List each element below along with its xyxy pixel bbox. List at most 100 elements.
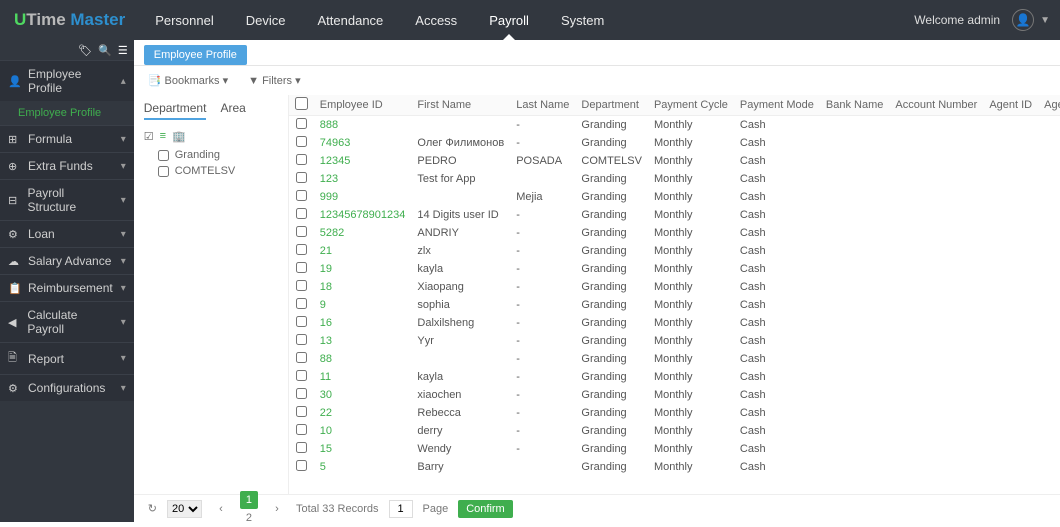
row-checkbox[interactable] [296, 136, 307, 147]
table-row[interactable]: 16Dalxilsheng-GrandingMonthlyCash✎ [289, 314, 1060, 332]
table-row[interactable]: 12345PEDROPOSADACOMTELSVMonthlyCash✎ [289, 152, 1060, 170]
employee-id-link[interactable]: 19 [314, 260, 412, 278]
row-checkbox[interactable] [296, 334, 307, 345]
employee-id-link[interactable]: 5 [314, 458, 412, 476]
sidebar-item-extra-funds[interactable]: ⊕Extra Funds▾ [0, 152, 134, 179]
employee-id-link[interactable]: 12345678901234 [314, 206, 412, 224]
sidebar-item-payroll-structure[interactable]: ⊟Payroll Structure▾ [0, 179, 134, 220]
sidebar-item-reimbursement[interactable]: 📋Reimbursement▾ [0, 274, 134, 301]
table-row[interactable]: 888-GrandingMonthlyCash✎ [289, 116, 1060, 135]
sidebar-item-report[interactable]: 🗎Report▾ [0, 342, 134, 374]
tree-item[interactable]: COMTELSV [144, 163, 288, 179]
nav-device[interactable]: Device [230, 0, 302, 40]
row-select[interactable] [289, 116, 314, 135]
table-row[interactable]: 88-GrandingMonthlyCash✎ [289, 350, 1060, 368]
employee-id-link[interactable]: 888 [314, 116, 412, 135]
table-row[interactable]: 11kayla-GrandingMonthlyCash✎ [289, 368, 1060, 386]
table-row[interactable]: 5282ANDRIY-GrandingMonthlyCash✎ [289, 224, 1060, 242]
sidebar-item-calculate-payroll[interactable]: ◀Calculate Payroll▾ [0, 301, 134, 342]
employee-id-link[interactable]: 21 [314, 242, 412, 260]
employee-id-link[interactable]: 16 [314, 314, 412, 332]
column-header[interactable]: First Name [411, 95, 510, 116]
dept-tab-department[interactable]: Department [144, 101, 207, 120]
tree-list-icon[interactable]: ≡ [160, 130, 166, 143]
row-select[interactable] [289, 188, 314, 206]
table-row[interactable]: 74963Олег Филимонов-GrandingMonthlyCash✎ [289, 134, 1060, 152]
table-row[interactable]: 123Test for AppGrandingMonthlyCash✎ [289, 170, 1060, 188]
table-row[interactable]: 1234567890123414 Digits user ID-Granding… [289, 206, 1060, 224]
tree-item[interactable]: Granding [144, 147, 288, 163]
row-checkbox[interactable] [296, 352, 307, 363]
table-row[interactable]: 9sophia-GrandingMonthlyCash✎ [289, 296, 1060, 314]
dept-tab-area[interactable]: Area [220, 101, 245, 120]
filters-button[interactable]: ▼ Filters ▾ [248, 74, 300, 87]
row-checkbox[interactable] [296, 406, 307, 417]
employee-id-link[interactable]: 22 [314, 404, 412, 422]
tab-employee-profile[interactable]: Employee Profile [144, 45, 247, 65]
row-checkbox[interactable] [296, 172, 307, 183]
row-select[interactable] [289, 278, 314, 296]
employee-id-link[interactable]: 999 [314, 188, 412, 206]
sidebar-tool-icon[interactable]: ☰ [118, 44, 128, 57]
row-checkbox[interactable] [296, 244, 307, 255]
row-checkbox[interactable] [296, 388, 307, 399]
sidebar-item-employee-profile[interactable]: 👤Employee Profile▴ [0, 60, 134, 101]
sidebar-sub-employee-profile[interactable]: Employee Profile [0, 101, 134, 125]
table-row[interactable]: 21zlx-GrandingMonthlyCash✎ [289, 242, 1060, 260]
nav-attendance[interactable]: Attendance [302, 0, 400, 40]
row-checkbox[interactable] [296, 262, 307, 273]
table-row[interactable]: 22Rebecca-GrandingMonthlyCash✎ [289, 404, 1060, 422]
nav-access[interactable]: Access [399, 0, 473, 40]
row-checkbox[interactable] [296, 208, 307, 219]
row-select[interactable] [289, 134, 314, 152]
employee-id-link[interactable]: 10 [314, 422, 412, 440]
table-row[interactable]: 19kayla-GrandingMonthlyCash✎ [289, 260, 1060, 278]
row-checkbox[interactable] [296, 424, 307, 435]
row-checkbox[interactable] [296, 370, 307, 381]
row-checkbox[interactable] [296, 118, 307, 129]
row-select[interactable] [289, 242, 314, 260]
column-header[interactable]: Bank Name [820, 95, 889, 116]
row-select[interactable] [289, 296, 314, 314]
tree-org-icon[interactable]: 🏢 [172, 130, 186, 143]
page-size-select[interactable]: 20 [167, 500, 202, 518]
column-header[interactable]: Last Name [510, 95, 575, 116]
tree-checkbox[interactable] [158, 150, 169, 161]
row-checkbox[interactable] [296, 460, 307, 471]
page-number[interactable]: 1 [240, 491, 258, 509]
confirm-button[interactable]: Confirm [458, 500, 513, 518]
employee-id-link[interactable]: 30 [314, 386, 412, 404]
goto-page-input[interactable] [389, 500, 413, 518]
row-select[interactable] [289, 440, 314, 458]
sidebar-item-salary-advance[interactable]: ☁Salary Advance▾ [0, 247, 134, 274]
row-checkbox[interactable] [296, 442, 307, 453]
row-checkbox[interactable] [296, 316, 307, 327]
table-row[interactable]: 13Yyr-GrandingMonthlyCash✎ [289, 332, 1060, 350]
column-header[interactable] [289, 95, 314, 116]
table-row[interactable]: 10derry-GrandingMonthlyCash✎ [289, 422, 1060, 440]
table-row[interactable]: 15Wendy-GrandingMonthlyCash✎ [289, 440, 1060, 458]
row-select[interactable] [289, 314, 314, 332]
employee-id-link[interactable]: 74963 [314, 134, 412, 152]
row-select[interactable] [289, 260, 314, 278]
row-select[interactable] [289, 404, 314, 422]
row-select[interactable] [289, 224, 314, 242]
employee-id-link[interactable]: 9 [314, 296, 412, 314]
column-header[interactable]: Employee ID [314, 95, 412, 116]
refresh-icon[interactable]: ↻ [148, 502, 157, 515]
table-row[interactable]: 5BarryGrandingMonthlyCash✎ [289, 458, 1060, 476]
nav-payroll[interactable]: Payroll [473, 0, 545, 40]
select-all-checkbox[interactable] [295, 97, 308, 110]
table-row[interactable]: 30xiaochen-GrandingMonthlyCash✎ [289, 386, 1060, 404]
column-header[interactable]: Payment Cycle [648, 95, 734, 116]
user-avatar-icon[interactable]: 👤 [1012, 9, 1034, 31]
employee-id-link[interactable]: 18 [314, 278, 412, 296]
row-checkbox[interactable] [296, 298, 307, 309]
employee-id-link[interactable]: 12345 [314, 152, 412, 170]
next-page-icon[interactable]: › [268, 500, 286, 518]
row-select[interactable] [289, 422, 314, 440]
column-header[interactable]: Agent ID [983, 95, 1038, 116]
table-row[interactable]: 18Xiaopang-GrandingMonthlyCash✎ [289, 278, 1060, 296]
column-header[interactable]: Agent Account [1038, 95, 1060, 116]
row-select[interactable] [289, 152, 314, 170]
